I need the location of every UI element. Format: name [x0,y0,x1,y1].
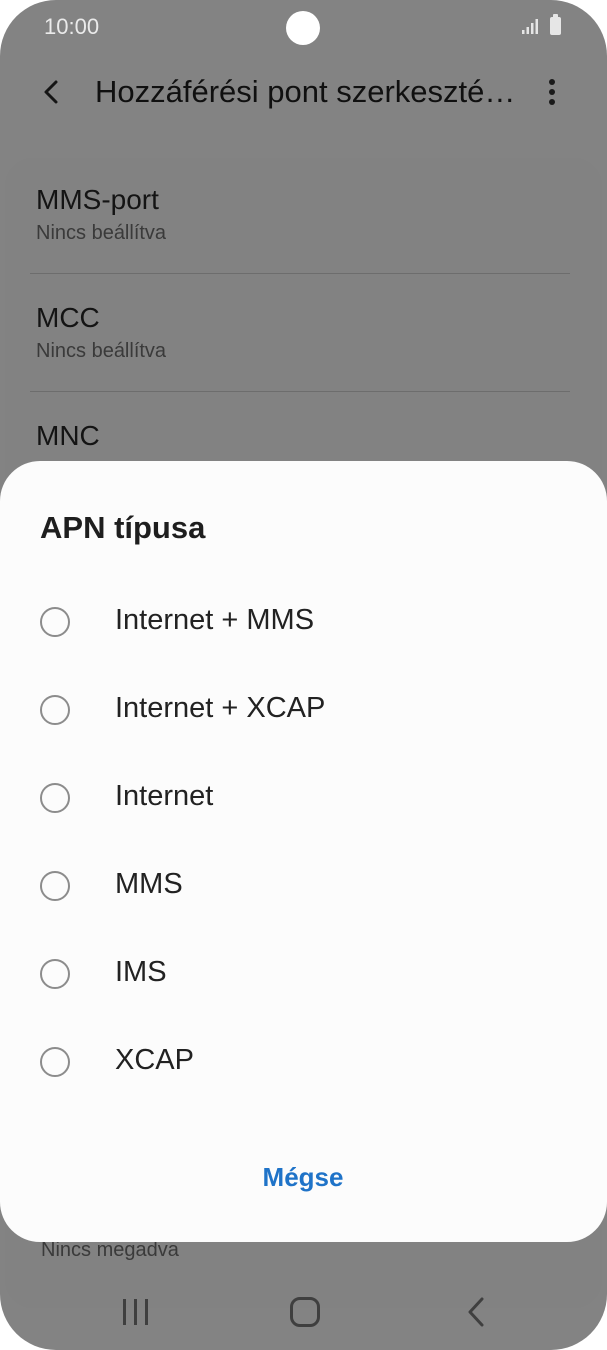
chevron-left-icon [44,80,58,104]
page-title: Hozzáférési pont szerkeszté… [95,74,516,109]
nav-back-button[interactable] [462,1295,492,1329]
radio-button[interactable] [40,695,70,725]
option-label: Internet [115,780,214,812]
setting-value: Nincs beállítva [36,340,167,362]
signal-icon [522,19,538,34]
option-internet-mms[interactable]: Internet + MMS [0,579,607,667]
option-ims[interactable]: IMS [0,931,607,1019]
radio-button[interactable] [40,607,70,637]
radio-button[interactable] [40,1047,70,1077]
setting-mcc[interactable]: MCC Nincs beállítva [36,302,576,363]
recents-button[interactable] [120,1297,152,1327]
setting-title: MNC [36,420,100,451]
option-label: Internet + MMS [115,604,315,636]
option-label: Internet + XCAP [115,692,326,724]
option-internet[interactable]: Internet [0,755,607,843]
divider [30,273,570,274]
navigation-bar [0,1275,607,1350]
setting-mnc[interactable]: MNC [36,420,576,452]
radio-button[interactable] [40,871,70,901]
setting-mms-port[interactable]: MMS-port Nincs beállítva [36,184,576,245]
setting-title: MCC [36,302,100,333]
apn-type-dialog: APN típusa Internet + MMS Internet + XCA… [0,461,607,1242]
option-mms[interactable]: MMS [0,843,607,931]
divider [30,391,570,392]
phone-screen: 10:00 Hozzáférési pont szerkeszté… MMS-p… [0,0,607,1350]
option-internet-xcap[interactable]: Internet + XCAP [0,667,607,755]
setting-title: MMS-port [36,184,159,215]
more-options-button[interactable] [534,70,570,114]
app-header: Hozzáférési pont szerkeszté… [0,60,607,124]
recents-icon [123,1299,126,1325]
back-button[interactable] [30,70,74,114]
more-vertical-icon [549,79,555,85]
setting-value-peek: Nincs megadva [41,1239,179,1261]
battery-icon [550,14,561,35]
cancel-button[interactable]: Mégse [203,1149,403,1205]
option-label: XCAP [115,1044,194,1076]
setting-value: Nincs beállítva [36,222,167,244]
home-button[interactable] [290,1297,320,1327]
option-label: MMS [115,868,183,900]
dialog-title: APN típusa [40,510,206,545]
radio-button[interactable] [40,959,70,989]
radio-button[interactable] [40,783,70,813]
option-label: IMS [115,956,167,988]
option-xcap[interactable]: XCAP [0,1019,607,1107]
status-bar: 10:00 [0,0,607,56]
camera-cutout [286,11,320,45]
status-time: 10:00 [44,14,100,39]
back-icon [468,1297,484,1327]
